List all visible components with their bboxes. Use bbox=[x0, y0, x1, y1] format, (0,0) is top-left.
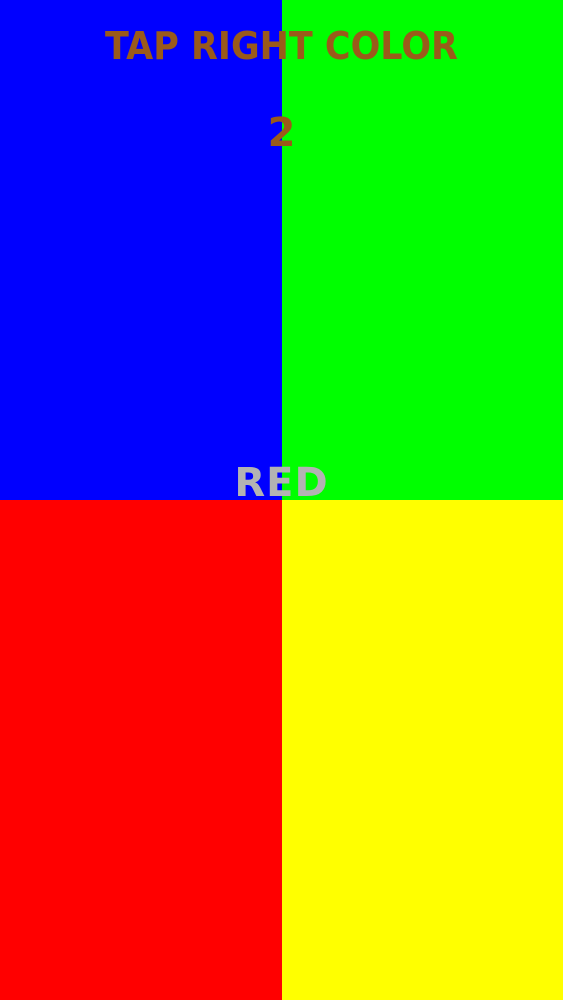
green-color-tile[interactable] bbox=[282, 0, 563, 500]
game-board: TAP RIGHT COLOR 2 RED bbox=[0, 0, 563, 1000]
yellow-color-tile[interactable] bbox=[282, 500, 563, 1000]
blue-color-tile[interactable] bbox=[0, 0, 282, 500]
red-color-tile[interactable] bbox=[0, 500, 282, 1000]
